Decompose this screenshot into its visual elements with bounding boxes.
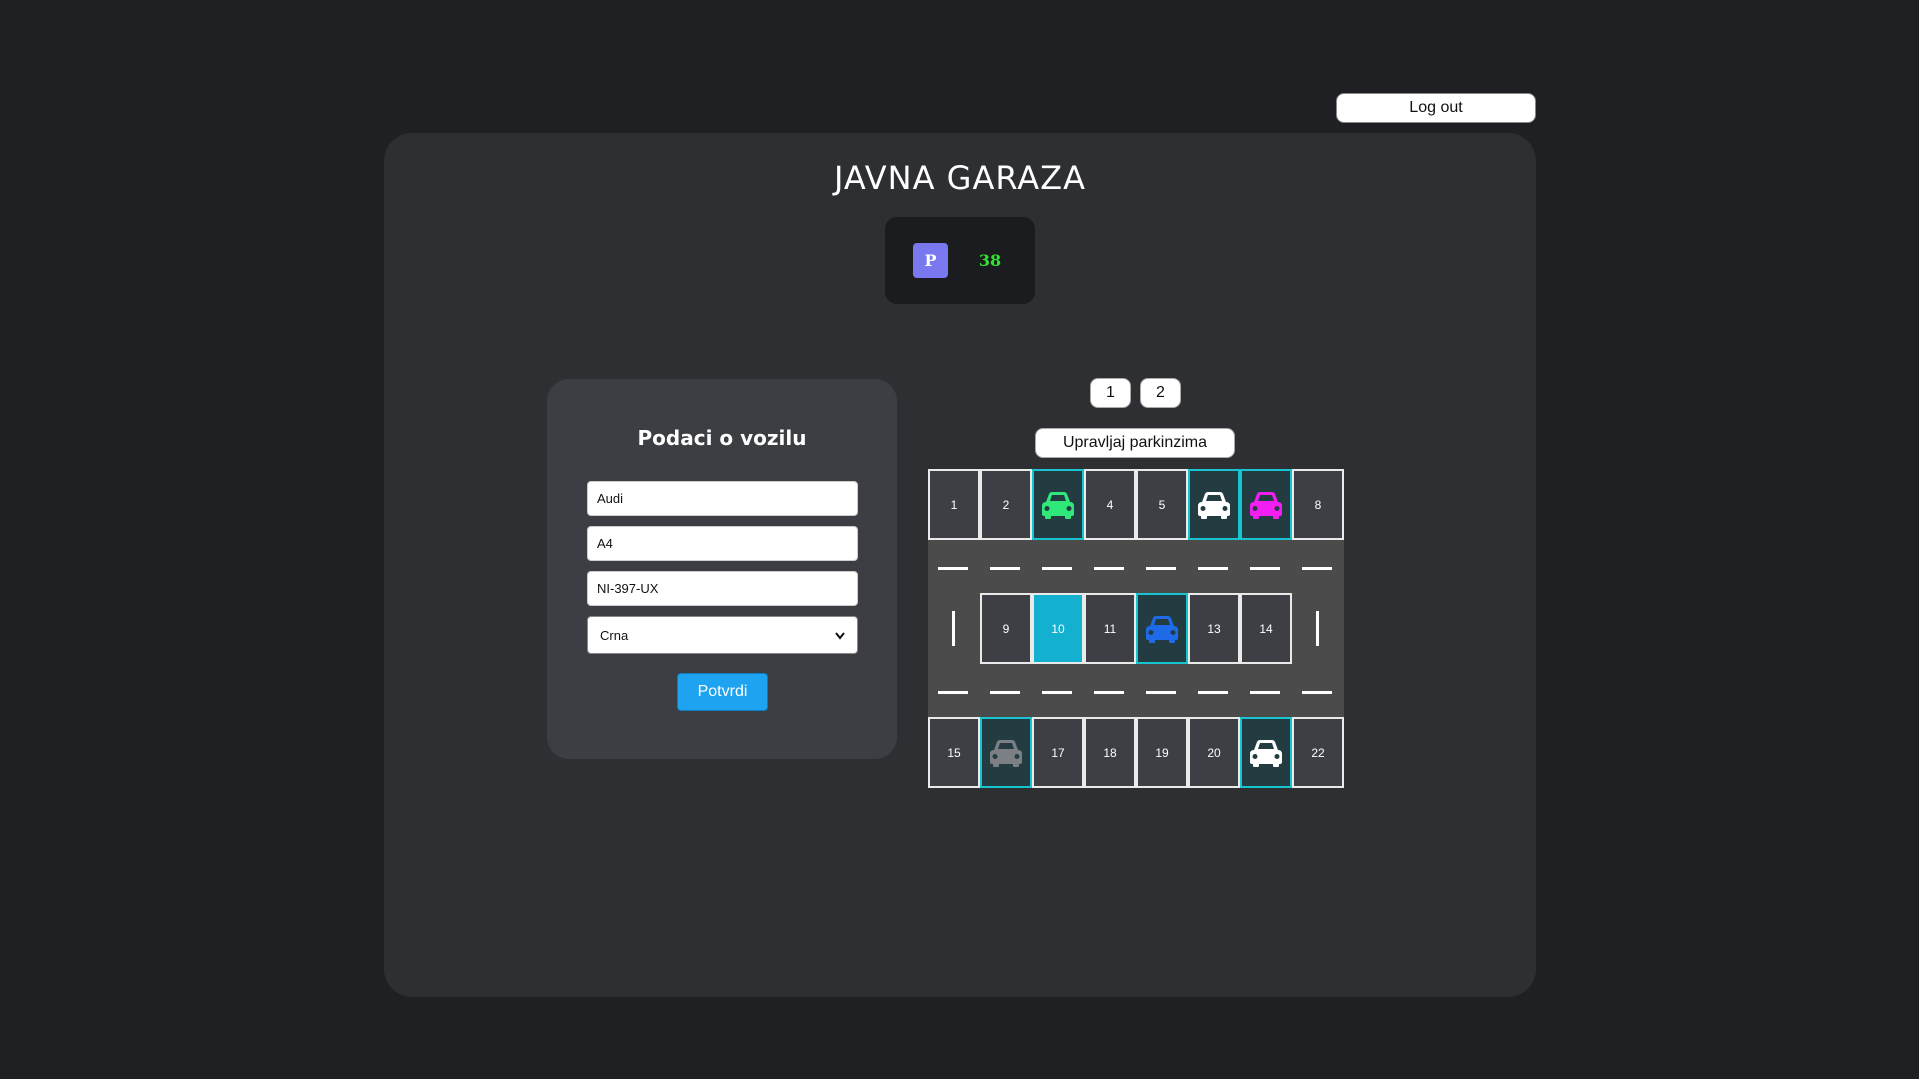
parking-spot[interactable]: 17 [1032, 717, 1084, 788]
parking-spot[interactable]: 2 [980, 469, 1032, 540]
parking-spot-label: 13 [1207, 621, 1221, 636]
parking-spot-label: 22 [1311, 745, 1325, 760]
parking-lot: 1 2 4 5 8 9 10 11 13 14 15 17 18 19 20 22 [928, 469, 1344, 788]
model-input[interactable] [587, 526, 858, 561]
lane-marking [1042, 691, 1072, 694]
parking-spot-label: 4 [1106, 497, 1114, 512]
parking-spot-label: 19 [1155, 745, 1169, 760]
lane-marking [1094, 691, 1124, 694]
free-spots-counter: P 38 [885, 217, 1035, 304]
form-title: Podaci o vozilu [637, 426, 807, 450]
lane-marking [1094, 567, 1124, 570]
parking-spot-label: 5 [1158, 497, 1166, 512]
plate-input[interactable] [587, 571, 858, 606]
parking-spot[interactable]: 20 [1188, 717, 1240, 788]
main-panel: JAVNA GARAZA P 38 Podaci o vozilu Crna P… [384, 133, 1536, 997]
lane-marking [1316, 611, 1319, 646]
lane-marking [1302, 567, 1332, 570]
parking-spot-occupied[interactable] [1240, 469, 1292, 540]
parking-spot[interactable]: 8 [1292, 469, 1344, 540]
car-icon [1146, 615, 1178, 643]
parking-spot[interactable]: 13 [1188, 593, 1240, 664]
parking-spot[interactable]: 10 [1032, 593, 1084, 664]
parking-spot-occupied[interactable] [1136, 593, 1188, 664]
parking-spot-occupied[interactable] [1188, 469, 1240, 540]
parking-spot-occupied[interactable] [1032, 469, 1084, 540]
parking-spot[interactable]: 14 [1240, 593, 1292, 664]
car-icon [1198, 491, 1230, 519]
parking-spot-label: 11 [1103, 621, 1117, 636]
lane-marking [990, 691, 1020, 694]
parking-spot-label: 14 [1259, 621, 1273, 636]
lane-marking [1146, 691, 1176, 694]
manage-parking-button[interactable]: Upravljaj parkinzima [1035, 428, 1235, 458]
logout-button[interactable]: Log out [1336, 93, 1536, 123]
color-select[interactable]: Crna [587, 616, 858, 654]
parking-spot[interactable]: 19 [1136, 717, 1188, 788]
parking-spot-label: 18 [1103, 745, 1117, 760]
parking-spot-label: 15 [947, 745, 961, 760]
parking-spot-occupied[interactable] [980, 717, 1032, 788]
lane-marking [1250, 567, 1280, 570]
level-1-button[interactable]: 1 [1090, 378, 1131, 408]
car-icon [1042, 491, 1074, 519]
parking-spot[interactable]: 15 [928, 717, 980, 788]
lane-marking [1042, 567, 1072, 570]
parking-spot-label: 17 [1051, 745, 1065, 760]
parking-spot[interactable]: 11 [1084, 593, 1136, 664]
page-title: JAVNA GARAZA [834, 159, 1086, 197]
confirm-button[interactable]: Potvrdi [677, 673, 768, 711]
lane-marking [1302, 691, 1332, 694]
level-2-button[interactable]: 2 [1140, 378, 1181, 408]
brand-input[interactable] [587, 481, 858, 516]
parking-spot[interactable]: 5 [1136, 469, 1188, 540]
lane-marking [1250, 691, 1280, 694]
parking-spot[interactable]: 9 [980, 593, 1032, 664]
lane-marking [938, 691, 968, 694]
parking-spot[interactable]: 1 [928, 469, 980, 540]
parking-spot-label: 2 [1002, 497, 1010, 512]
parking-spot[interactable]: 4 [1084, 469, 1136, 540]
parking-spot-label: 9 [1002, 621, 1010, 636]
parking-spot-occupied[interactable] [1240, 717, 1292, 788]
parking-spot-label: 1 [950, 497, 958, 512]
free-spots-count: 38 [978, 251, 1002, 270]
lane-marking [1198, 691, 1228, 694]
lane-marking [990, 567, 1020, 570]
parking-spot-label: 8 [1314, 497, 1322, 512]
car-icon [1250, 739, 1282, 767]
lane-marking [938, 567, 968, 570]
car-icon [1250, 491, 1282, 519]
lane-marking [1198, 567, 1228, 570]
color-select-value: Crna [600, 627, 629, 643]
parking-icon: P [913, 243, 948, 278]
lane-marking [1146, 567, 1176, 570]
car-icon [990, 739, 1022, 767]
parking-spot[interactable]: 18 [1084, 717, 1136, 788]
lane-marking [952, 611, 955, 646]
parking-spot-label: 10 [1051, 621, 1065, 636]
parking-spot-label: 20 [1207, 745, 1221, 760]
parking-spot[interactable]: 22 [1292, 717, 1344, 788]
vehicle-form: Podaci o vozilu Crna Potvrdi [547, 379, 897, 759]
chevron-down-icon [835, 628, 845, 643]
